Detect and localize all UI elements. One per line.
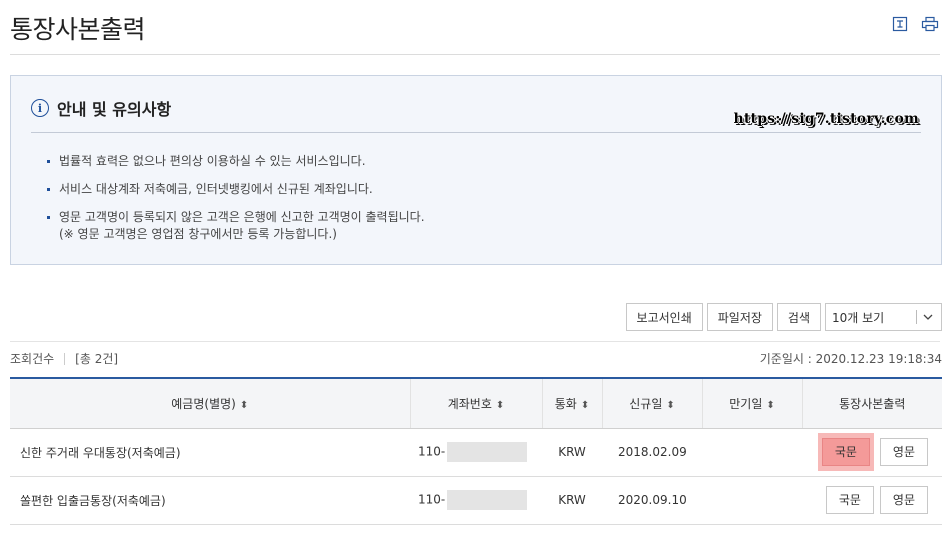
masked-digits [447,442,528,462]
notice-divider [31,132,921,133]
english-print-button[interactable]: 영문 [879,486,928,514]
table-row: 신한 주거래 우대통장(저축예금) 110- KRW 2018.02.09 국문… [10,428,942,477]
table-header-row: 예금명(별명) ⬍ 계좌번호 ⬍ 통화 ⬍ 신규일 ⬍ 만기일 ⬍ 통장사본출력 [10,377,942,429]
chevron-down-icon [923,314,933,320]
print-icon[interactable] [920,14,940,34]
korean-print-button[interactable]: 국문 [825,486,874,514]
table-row: 쏠편한 입출금통장(저축예금) 110- KRW 2020.09.10 국문 영문 [10,476,942,525]
currency: KRW [542,476,602,525]
result-count: 조회건수 [총 2건] [10,350,118,367]
page-size-select[interactable]: 10개 보기 [825,303,942,331]
account-number: 110- [410,428,542,477]
col-header-currency[interactable]: 통화 ⬍ [541,377,602,429]
print-actions: 국문 영문 [802,428,942,477]
account-number: 110- [410,476,542,525]
notice-item: 서비스 대상계좌 저축예금, 인터넷뱅킹에서 신규된 계좌입니다. [47,181,425,198]
report-print-button[interactable]: 보고서인쇄 [625,303,703,331]
account-table: 예금명(별명) ⬍ 계좌번호 ⬍ 통화 ⬍ 신규일 ⬍ 만기일 ⬍ 통장사본출력 신한 주… [10,377,942,525]
sort-icon: ⬍ [580,399,590,411]
notice-box: i 안내 및 유의사항 https://sig7.tistory.com 법률적… [10,75,942,265]
notice-item-text: 영문 고객명이 등록되지 않은 고객은 은행에 신고한 고객명이 출력됩니다. [59,210,425,224]
opened-date: 2020.09.10 [602,476,702,525]
file-save-button[interactable]: 파일저장 [706,303,773,331]
count-value: [총 2건] [75,352,119,366]
highlight-box: 국문 [817,433,874,471]
notice-header: i 안내 및 유의사항 [31,96,171,120]
account-name: 신한 주거래 우대통장(저축예금) [10,428,410,477]
document-icon[interactable] [890,14,910,34]
maturity-date [702,476,802,525]
title-divider [10,54,940,55]
currency: KRW [542,428,602,477]
maturity-date [702,428,802,477]
sort-icon: ⬍ [766,399,775,411]
search-button[interactable]: 검색 [776,303,821,331]
meta-divider [10,341,940,342]
col-header-print: 통장사본출력 [801,377,942,429]
col-header-name[interactable]: 예금명(별명) ⬍ [10,377,410,429]
notice-item: 법률적 효력은 없으나 편의상 이용하실 수 있는 서비스입니다. [47,153,425,170]
sort-icon: ⬍ [495,399,505,411]
base-datetime: 기준일시 : 2020.12.23 19:18:34 [759,352,942,366]
account-name: 쏠편한 입출금통장(저축예금) [10,476,410,525]
sort-icon: ⬍ [239,399,249,411]
info-icon: i [31,99,49,117]
col-header-maturity[interactable]: 만기일 ⬍ [701,377,802,429]
notice-item-sub: (※ 영문 고객명은 영업점 창구에서만 등록 가능합니다.) [59,227,337,241]
notice-item: 영문 고객명이 등록되지 않은 고객은 은행에 신고한 고객명이 출력됩니다. … [47,209,425,243]
print-actions: 국문 영문 [802,476,942,525]
opened-date: 2018.02.09 [602,428,702,477]
watermark: https://sig7.tistory.com [733,111,919,127]
notice-list: 법률적 효력은 없으나 편의상 이용하실 수 있는 서비스입니다. 서비스 대상… [47,153,425,254]
col-header-opened[interactable]: 신규일 ⬍ [601,377,702,429]
korean-print-button[interactable]: 국문 [821,438,870,466]
page-title: 통장사본출력 [10,15,146,44]
count-label: 조회건수 [10,352,55,366]
table-toolbar: 보고서인쇄 파일저장 검색 10개 보기 [625,303,942,331]
top-icons [890,14,940,34]
sort-icon: ⬍ [666,399,675,411]
english-print-button[interactable]: 영문 [879,438,928,466]
notice-title: 안내 및 유의사항 [57,100,172,119]
page-size-value: 10개 보기 [832,310,885,325]
masked-digits [447,490,528,510]
col-header-account[interactable]: 계좌번호 ⬍ [409,377,542,429]
